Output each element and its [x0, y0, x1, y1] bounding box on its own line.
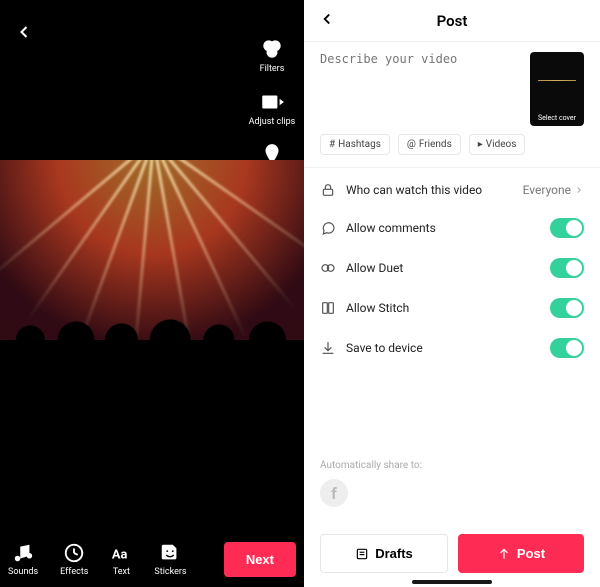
post-footer: Drafts Post	[320, 534, 584, 573]
privacy-label: Who can watch this video	[346, 183, 482, 197]
duet-row: Allow Duet	[320, 248, 584, 288]
videos-chip[interactable]: ▸Videos	[469, 134, 526, 155]
editor-bottom-bar: Sounds Effects Aa Text Stickers Next	[0, 542, 304, 577]
home-indicator	[412, 580, 492, 584]
adjust-clips-icon	[259, 89, 285, 115]
stickers-label: Stickers	[154, 567, 186, 577]
adjust-clips-label: Adjust clips	[249, 118, 296, 128]
text-button[interactable]: Aa Text	[110, 542, 132, 577]
video-preview[interactable]	[0, 160, 304, 340]
download-icon	[320, 340, 336, 356]
description-input[interactable]	[320, 52, 520, 116]
save-toggle[interactable]	[550, 338, 584, 358]
post-header: Post	[304, 0, 600, 42]
save-label: Save to device	[346, 341, 423, 355]
share-facebook-button[interactable]: f	[320, 479, 348, 507]
lock-icon	[320, 182, 336, 198]
save-row: Save to device	[320, 328, 584, 368]
drafts-button[interactable]: Drafts	[320, 534, 448, 573]
settings-list: Who can watch this video Everyone Allow …	[304, 168, 600, 372]
share-label: Automatically share to:	[320, 460, 422, 471]
filters-label: Filters	[260, 65, 285, 75]
friends-chip-label: Friends	[419, 139, 452, 150]
post-button[interactable]: Post	[458, 534, 584, 573]
post-back-button[interactable]	[318, 9, 336, 33]
friends-chip[interactable]: @Friends	[398, 134, 461, 155]
adjust-clips-button[interactable]: Adjust clips	[249, 89, 296, 128]
svg-text:Aa: Aa	[112, 548, 128, 563]
sounds-icon	[12, 542, 34, 564]
post-button-label: Post	[517, 546, 545, 561]
share-section: Automatically share to: f	[320, 460, 422, 507]
stitch-toggle[interactable]	[550, 298, 584, 318]
duet-icon	[320, 260, 336, 276]
privacy-value: Everyone	[523, 183, 571, 197]
chip-row: #Hashtags @Friends ▸Videos	[304, 126, 600, 168]
next-button[interactable]: Next	[224, 542, 296, 577]
videos-chip-label: Videos	[486, 139, 517, 150]
hashtags-chip-label: Hashtags	[338, 139, 381, 150]
comments-toggle[interactable]	[550, 218, 584, 238]
chevron-left-icon	[14, 22, 34, 42]
effects-icon	[63, 542, 85, 564]
chevron-left-icon	[318, 10, 336, 28]
duet-toggle[interactable]	[550, 258, 584, 278]
hash-icon: #	[329, 139, 335, 150]
text-label: Text	[113, 567, 130, 577]
text-icon: Aa	[110, 542, 132, 564]
filters-button[interactable]: Filters	[259, 36, 285, 75]
duet-label: Allow Duet	[346, 261, 403, 275]
facebook-icon: f	[331, 484, 337, 503]
post-screen: Post Select cover #Hashtags @Friends ▸Vi…	[304, 0, 600, 587]
comments-label: Allow comments	[346, 221, 436, 235]
play-icon: ▸	[478, 139, 483, 150]
comment-icon	[320, 220, 336, 236]
sounds-label: Sounds	[8, 567, 38, 577]
filters-icon	[259, 36, 285, 62]
stitch-label: Allow Stitch	[346, 301, 409, 315]
mention-icon: @	[407, 139, 416, 150]
stickers-icon	[159, 542, 181, 564]
stitch-row: Allow Stitch	[320, 288, 584, 328]
stitch-icon	[320, 300, 336, 316]
post-title: Post	[437, 12, 468, 30]
drafts-icon	[355, 547, 369, 561]
effects-label: Effects	[60, 567, 88, 577]
select-cover-label: Select cover	[538, 114, 576, 122]
select-cover-button[interactable]: Select cover	[530, 52, 584, 126]
stickers-button[interactable]: Stickers	[154, 542, 186, 577]
sounds-button[interactable]: Sounds	[8, 542, 38, 577]
comments-row: Allow comments	[320, 208, 584, 248]
video-editor-screen: Filters Adjust clips Voice effects Voice…	[0, 0, 304, 587]
post-icon	[497, 547, 511, 561]
privacy-row[interactable]: Who can watch this video Everyone	[320, 172, 584, 208]
chevron-right-icon	[574, 185, 584, 195]
back-button[interactable]	[14, 22, 34, 48]
hashtags-chip[interactable]: #Hashtags	[320, 134, 390, 155]
drafts-label: Drafts	[375, 546, 413, 561]
effects-button[interactable]: Effects	[60, 542, 88, 577]
